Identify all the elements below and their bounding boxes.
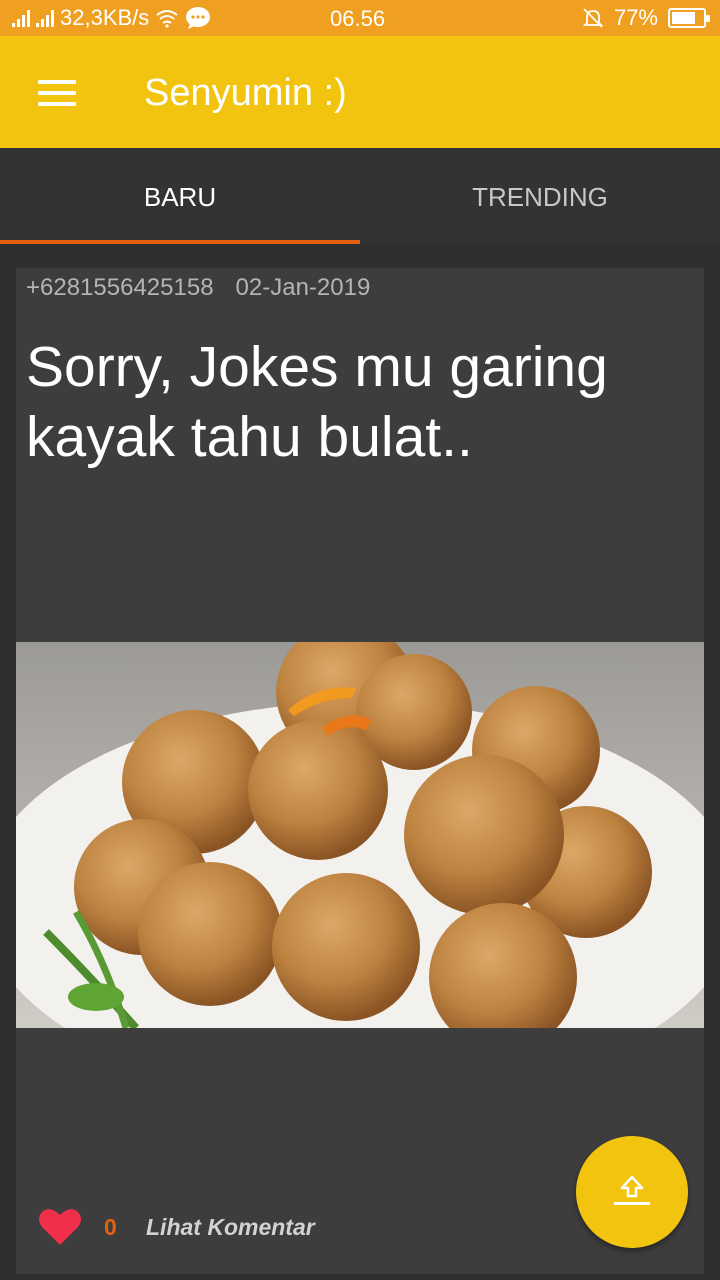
upload-button[interactable] bbox=[576, 1136, 688, 1248]
app-title: Senyumin :) bbox=[144, 72, 347, 114]
wifi-icon bbox=[156, 10, 178, 28]
heart-icon[interactable] bbox=[38, 1206, 82, 1246]
battery-level bbox=[672, 12, 696, 24]
post-meta: +6281556425158 02-Jan-2019 bbox=[26, 274, 370, 302]
upload-icon bbox=[614, 1175, 650, 1205]
tab-bar: BARU TRENDING bbox=[0, 148, 720, 244]
post-image[interactable] bbox=[16, 642, 704, 1028]
status-bar: 32,3KB/s 06.56 77% bbox=[0, 0, 720, 36]
menu-icon[interactable] bbox=[38, 80, 76, 106]
tahu-bulat-illustration bbox=[16, 642, 704, 1028]
status-right: 77% bbox=[582, 5, 710, 31]
app-bar: Senyumin :) bbox=[0, 36, 720, 148]
status-left: 32,3KB/s bbox=[12, 5, 211, 31]
post-text: Sorry, Jokes mu garing kayak tahu bulat.… bbox=[26, 335, 608, 469]
mute-icon bbox=[582, 8, 604, 28]
tab-trending[interactable]: TRENDING bbox=[360, 148, 720, 244]
view-comments-link[interactable]: Lihat Komentar bbox=[146, 1214, 315, 1241]
signal-icon bbox=[36, 9, 54, 27]
tab-indicator bbox=[0, 240, 360, 244]
post-author: +6281556425158 bbox=[26, 274, 214, 301]
chat-bubble-icon bbox=[186, 7, 211, 29]
battery-percent: 77% bbox=[613, 5, 658, 30]
tab-baru[interactable]: BARU bbox=[0, 148, 360, 244]
battery-icon bbox=[668, 8, 710, 28]
like-count: 0 bbox=[104, 1214, 117, 1240]
clock: 06.56 bbox=[330, 6, 386, 31]
post-date: 02-Jan-2019 bbox=[235, 274, 371, 301]
signal-icon bbox=[12, 9, 30, 27]
network-speed: 32,3KB/s bbox=[60, 5, 150, 30]
post-card: +6281556425158 02-Jan-2019 Sorry, Jokes … bbox=[16, 268, 704, 1274]
